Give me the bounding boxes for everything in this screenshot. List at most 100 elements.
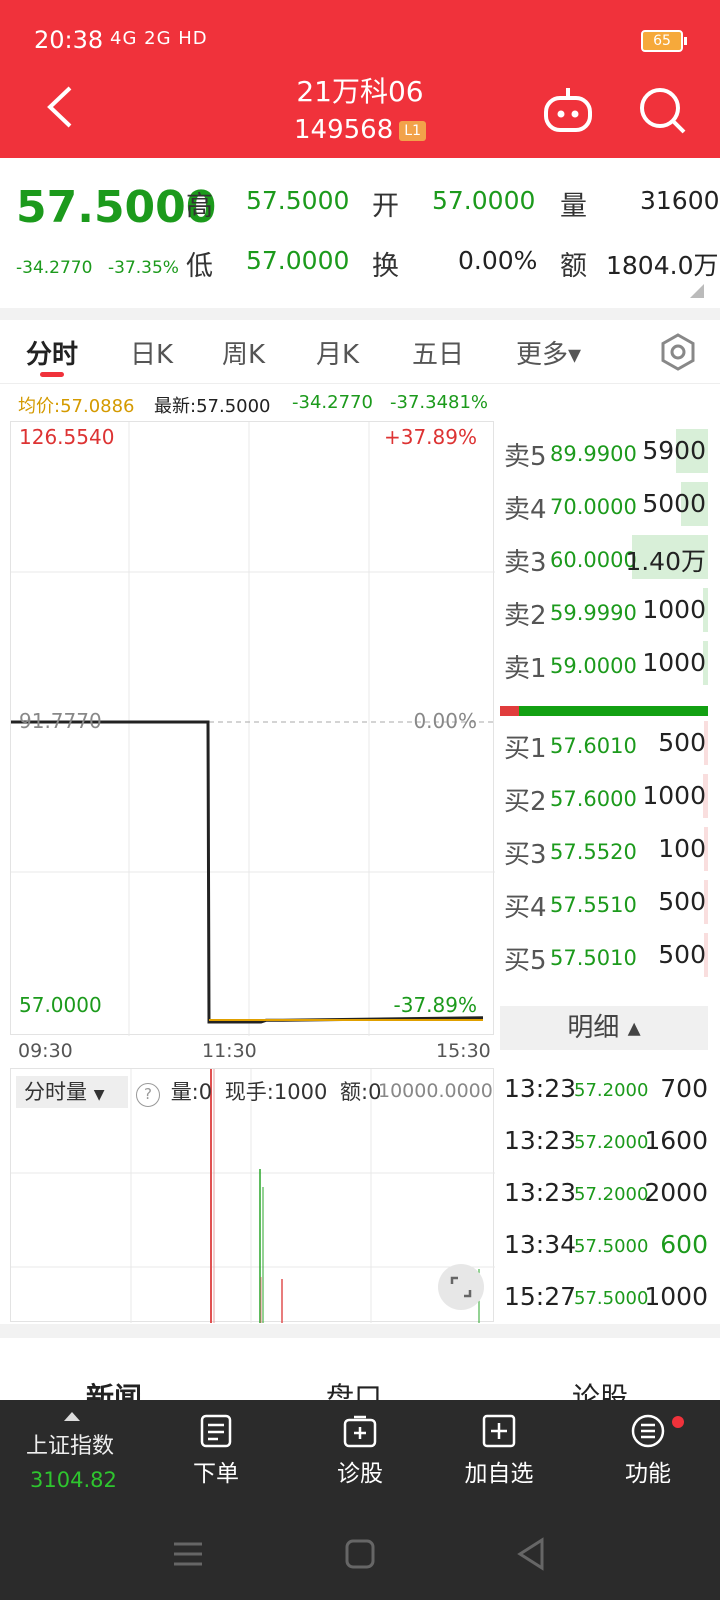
bid-row[interactable]: 买3 57.5520 100 xyxy=(498,824,708,874)
add-watchlist-button[interactable]: 加自选 xyxy=(434,1400,564,1510)
search-button[interactable] xyxy=(636,84,688,136)
menu-nav-button[interactable] xyxy=(168,1536,208,1572)
amount-value: 1804.0万 xyxy=(606,251,719,280)
price-change: -34.2770 xyxy=(16,258,93,278)
low-value: 57.0000 xyxy=(246,246,350,275)
tab-forum[interactable]: 论股 xyxy=(572,1376,628,1400)
level-price: 59.9990 xyxy=(550,601,637,625)
diagnose-button[interactable]: 诊股 xyxy=(300,1400,420,1510)
tab-weekly-k[interactable]: 周K xyxy=(222,334,265,371)
ask-row[interactable]: 卖2 59.9990 1000 xyxy=(498,585,708,635)
bid-row[interactable]: 买4 57.5510 500 xyxy=(498,877,708,927)
hexagon-settings-icon xyxy=(661,333,695,371)
volume-value: 31600 xyxy=(640,186,720,215)
trade-price: 57.2000 xyxy=(574,1184,649,1205)
tab-monthly-k[interactable]: 月K xyxy=(316,334,359,371)
level-volume: 5900 xyxy=(642,436,706,465)
x-tick-label: 15:30 xyxy=(436,1040,491,1062)
home-nav-button[interactable] xyxy=(340,1536,380,1572)
x-tick-label: 09:30 xyxy=(18,1040,73,1062)
function-menu-button[interactable]: 功能 xyxy=(588,1400,708,1510)
level-price: 57.5510 xyxy=(550,893,637,917)
turnover-value: 0.00% xyxy=(458,246,538,275)
trade-volume: 1000 xyxy=(644,1282,708,1311)
high-label: 高 xyxy=(186,191,213,222)
volume-type-label: 分时量 xyxy=(24,1080,87,1104)
trade-price: 57.5000 xyxy=(574,1236,649,1257)
bid-row[interactable]: 买1 57.6010 500 xyxy=(498,718,708,768)
bid-row[interactable]: 买5 57.5010 500 xyxy=(498,930,708,980)
trade-volume: 600 xyxy=(660,1230,708,1259)
active-tab-indicator xyxy=(40,372,64,377)
trade-time: 13:34 xyxy=(504,1230,577,1259)
stock-code-row: 149568 L1 xyxy=(0,112,720,148)
pct-mid-label: 0.00% xyxy=(413,709,477,733)
level-price: 57.5010 xyxy=(550,946,637,970)
tab-intraday[interactable]: 分时 xyxy=(26,334,78,371)
tab-more[interactable]: 更多▾ xyxy=(516,334,581,371)
ask-row[interactable]: 卖5 89.9900 5900 xyxy=(498,426,708,476)
function-menu-icon xyxy=(631,1414,665,1448)
trade-time: 13:23 xyxy=(504,1178,577,1207)
volume-info: ? 量:0 现手:1000 额:0 xyxy=(136,1076,381,1108)
content-tabs: 新闻 盘口 论股 xyxy=(0,1338,720,1400)
ai-assistant-button[interactable] xyxy=(540,84,596,134)
level-badge: L1 xyxy=(399,120,426,141)
level-label: 买3 xyxy=(504,840,547,870)
avg-price-label: 均价:57.0886 xyxy=(18,396,135,417)
trade-price: 57.2000 xyxy=(574,1132,649,1153)
turnover-label: 换 xyxy=(372,251,399,282)
low-label: 低 xyxy=(186,251,213,282)
ask-row[interactable]: 卖1 59.0000 1000 xyxy=(498,638,708,688)
trade-row: 13:23 57.2000 2000 xyxy=(504,1174,708,1214)
pct-max-label: +37.89% xyxy=(384,425,477,449)
order-label: 下单 xyxy=(193,1461,239,1487)
chart-settings-button[interactable] xyxy=(658,332,698,372)
help-icon[interactable]: ? xyxy=(136,1083,160,1107)
index-ticker[interactable]: 上证指数 3104.82 xyxy=(0,1400,150,1510)
level-price: 89.9900 xyxy=(550,442,637,466)
fullscreen-button[interactable] xyxy=(438,1264,484,1310)
tab-five-day[interactable]: 五日 xyxy=(412,334,464,371)
amount-value: 额:0 xyxy=(340,1080,382,1104)
status-signal-icons: 4G 2G HD xyxy=(110,28,208,49)
home-square-icon xyxy=(345,1539,375,1569)
buy-sell-ratio-bar xyxy=(500,706,708,716)
divider xyxy=(0,1324,720,1338)
open-value: 57.0000 xyxy=(432,186,536,215)
menu-icon xyxy=(174,1542,202,1566)
volume-label: 量 xyxy=(560,191,587,222)
intraday-chart[interactable]: 126.5540 +37.89% 91.7770 0.00% 57.0000 -37.89… xyxy=(10,421,495,1036)
chart-tabs: 分时 日K 周K 月K 五日 更多▾ xyxy=(0,320,720,384)
bid-row[interactable]: 买2 57.6000 1000 xyxy=(498,771,708,821)
back-nav-button[interactable] xyxy=(512,1536,552,1572)
ask-row[interactable]: 卖3 60.0000 1.40万 xyxy=(498,532,708,582)
index-name: 上证指数 xyxy=(26,1434,115,1459)
level-label: 买5 xyxy=(504,946,547,976)
level-label: 卖1 xyxy=(504,654,547,684)
level-price: 59.0000 xyxy=(550,654,637,678)
level-price: 57.6000 xyxy=(550,787,637,811)
trade-volume: 1600 xyxy=(644,1126,708,1155)
ask-row[interactable]: 卖4 70.0000 5000 xyxy=(498,479,708,529)
level-price: 70.0000 xyxy=(550,495,637,519)
level-volume: 1000 xyxy=(642,648,706,677)
level-price: 57.6010 xyxy=(550,734,637,758)
level-label: 买1 xyxy=(504,734,547,764)
buy-ratio-segment xyxy=(500,706,519,716)
level-price: 60.0000 xyxy=(550,548,637,572)
divider xyxy=(0,308,720,320)
tab-market-depth[interactable]: 盘口 xyxy=(326,1376,382,1400)
tab-news[interactable]: 新闻 xyxy=(86,1376,142,1400)
trade-detail-header[interactable]: 明细 ▴ xyxy=(500,1006,708,1050)
trade-price: 57.2000 xyxy=(574,1080,649,1101)
trade-row: 13:23 57.2000 700 xyxy=(504,1070,708,1110)
order-button[interactable]: 下单 xyxy=(156,1400,276,1510)
level-label: 卖3 xyxy=(504,548,547,578)
add-watchlist-label: 加自选 xyxy=(464,1461,534,1487)
volume-type-dropdown[interactable]: 分时量 ▼ xyxy=(16,1076,128,1108)
tab-daily-k[interactable]: 日K xyxy=(130,334,173,371)
expand-quote-icon[interactable] xyxy=(690,284,704,298)
trade-price: 57.5000 xyxy=(574,1288,649,1309)
trade-time: 13:23 xyxy=(504,1126,577,1155)
